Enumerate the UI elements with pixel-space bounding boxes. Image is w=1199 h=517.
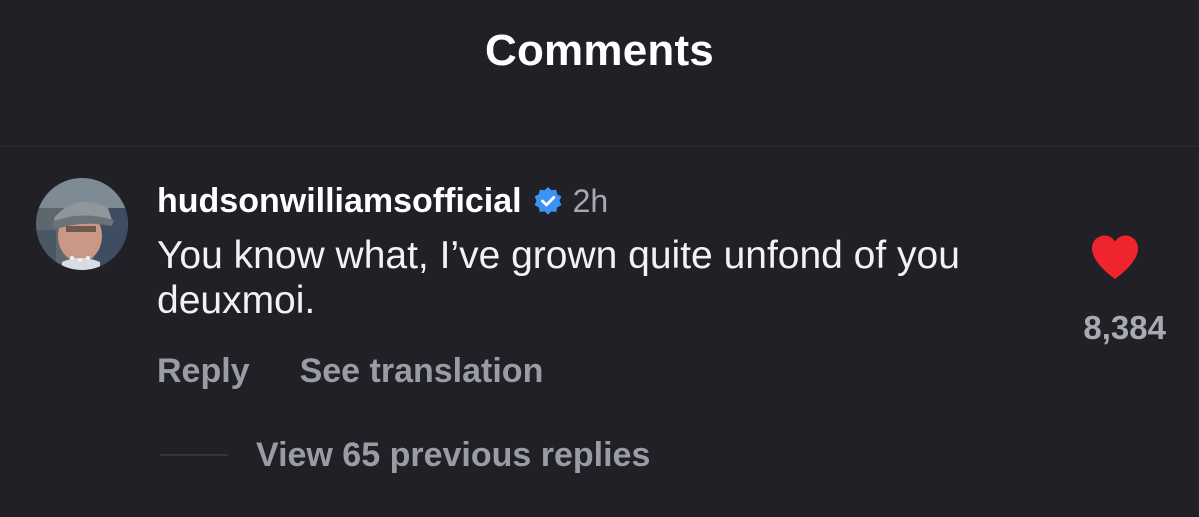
heart-filled-icon[interactable] — [1089, 233, 1141, 281]
comment-body: You know what, I’ve grown quite unfond o… — [157, 234, 960, 322]
reply-button[interactable]: Reply — [157, 352, 250, 391]
like-count: 8,384 — [1083, 309, 1166, 346]
avatar-image — [36, 178, 128, 270]
replies-divider — [160, 454, 228, 456]
comments-header: Comments — [0, 0, 1199, 147]
comment-timestamp: 2h — [572, 182, 609, 219]
username-link[interactable]: hudsonwilliamsofficial — [157, 182, 522, 221]
comments-screen: Comments hudsonwilliamsofficial 2h You k… — [0, 0, 1199, 517]
verified-badge-icon — [533, 186, 563, 216]
avatar[interactable] — [36, 178, 128, 270]
comment-meta: hudsonwilliamsofficial 2h — [157, 179, 608, 223]
page-title: Comments — [485, 26, 714, 75]
see-translation-button[interactable]: See translation — [300, 352, 544, 391]
view-previous-replies-button[interactable]: View 65 previous replies — [256, 436, 650, 475]
comment-actions: Reply See translation — [157, 352, 543, 391]
view-replies-row[interactable]: View 65 previous replies — [160, 433, 650, 477]
